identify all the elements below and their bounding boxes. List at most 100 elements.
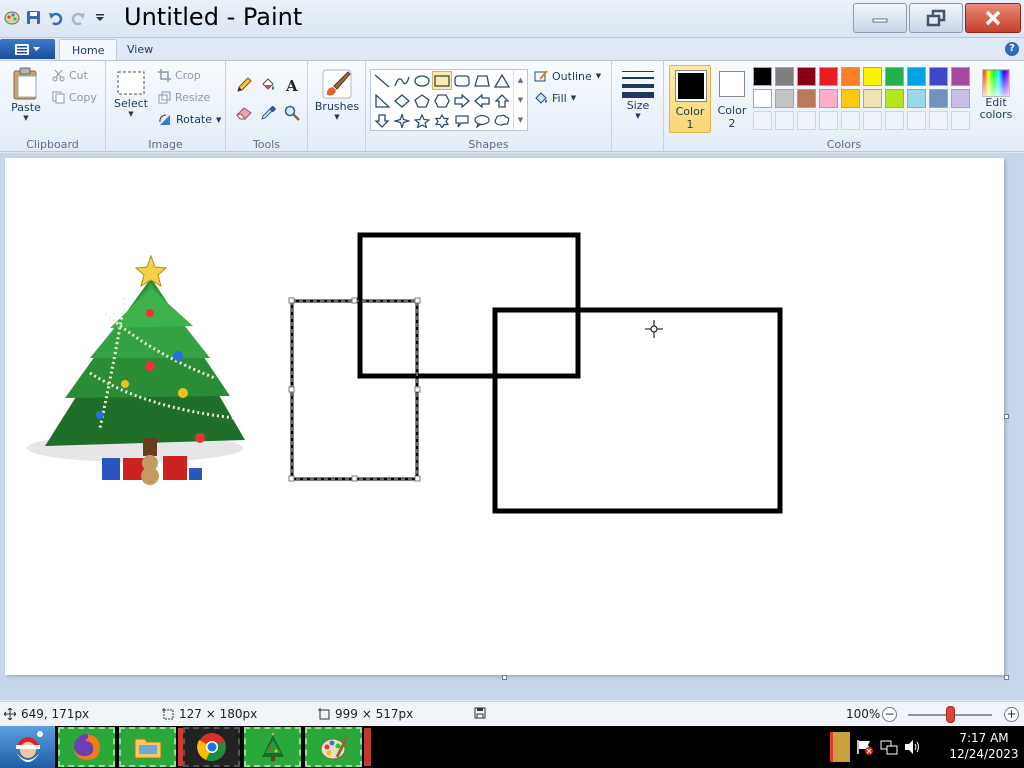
- palette-custom-slot[interactable]: [753, 111, 772, 130]
- right-arrow-shape[interactable]: [452, 91, 472, 110]
- rounded-callout-shape[interactable]: [452, 111, 472, 130]
- palette-color-swatch[interactable]: [863, 89, 882, 108]
- close-button[interactable]: [965, 3, 1021, 33]
- triangle-shape[interactable]: [492, 71, 512, 90]
- tab-home[interactable]: Home: [59, 39, 118, 61]
- canvas-resize-handle-right[interactable]: [1004, 414, 1009, 419]
- palette-color-swatch[interactable]: [929, 89, 948, 108]
- paint-menu-button[interactable]: [0, 39, 55, 59]
- palette-color-swatch[interactable]: [753, 89, 772, 108]
- taskbar-chrome[interactable]: [183, 727, 240, 767]
- customize-qat-dropdown-icon[interactable]: [90, 8, 109, 27]
- curve-shape[interactable]: [392, 71, 412, 90]
- taskbar-clock[interactable]: 7:17 AM 12/24/2023: [946, 730, 1022, 762]
- show-hidden-icons-icon[interactable]: [830, 732, 850, 762]
- selected-rectangle-shape[interactable]: [290, 299, 419, 481]
- volume-icon[interactable]: [904, 739, 922, 755]
- palette-color-swatch[interactable]: [775, 89, 794, 108]
- rounded-rectangle-shape[interactable]: [452, 71, 472, 90]
- six-point-star-shape[interactable]: [432, 111, 452, 130]
- palette-color-swatch[interactable]: [907, 67, 926, 86]
- cut-button[interactable]: Cut: [52, 69, 88, 82]
- palette-color-swatch[interactable]: [775, 67, 794, 86]
- up-arrow-shape[interactable]: [492, 91, 512, 110]
- network-icon[interactable]: [880, 739, 898, 755]
- fill-button[interactable]: Fill ▼: [534, 91, 576, 105]
- palette-color-swatch[interactable]: [929, 67, 948, 86]
- palette-custom-slot[interactable]: [929, 111, 948, 130]
- palette-custom-slot[interactable]: [841, 111, 860, 130]
- zoom-in-button[interactable]: +: [1004, 707, 1019, 722]
- five-point-star-shape[interactable]: [412, 111, 432, 130]
- right-triangle-shape[interactable]: [372, 91, 392, 110]
- paint-app-icon[interactable]: [2, 8, 21, 27]
- palette-color-swatch[interactable]: [885, 89, 904, 108]
- palette-color-swatch[interactable]: [797, 89, 816, 108]
- taskbar-christmas-tree-app[interactable]: [244, 727, 301, 767]
- pentagon-shape[interactable]: [412, 91, 432, 110]
- cloud-callout-shape[interactable]: [492, 111, 512, 130]
- color1-button[interactable]: Color 1: [669, 65, 711, 133]
- zoom-out-button[interactable]: −: [882, 707, 897, 722]
- redo-icon[interactable]: [68, 8, 87, 27]
- size-button[interactable]: Size ▼: [618, 69, 658, 120]
- outline-button[interactable]: Outline ▼: [534, 69, 601, 83]
- help-icon[interactable]: ?: [1005, 42, 1019, 56]
- palette-custom-slot[interactable]: [951, 111, 970, 130]
- palette-custom-slot[interactable]: [907, 111, 926, 130]
- selection-handles[interactable]: [288, 297, 421, 482]
- taskbar-firefox[interactable]: [58, 727, 115, 767]
- copy-button[interactable]: Copy: [52, 91, 97, 104]
- fill-tool[interactable]: [257, 74, 278, 95]
- tab-view[interactable]: View: [115, 39, 165, 61]
- palette-color-swatch[interactable]: [907, 89, 926, 108]
- restore-button[interactable]: [909, 3, 963, 33]
- drawing-canvas[interactable]: [5, 158, 1004, 675]
- palette-color-swatch[interactable]: [819, 67, 838, 86]
- palette-color-swatch[interactable]: [797, 67, 816, 86]
- color-picker-tool[interactable]: [257, 102, 278, 123]
- brushes-button[interactable]: Brushes ▼: [314, 68, 360, 121]
- polygon-shape[interactable]: [472, 71, 492, 90]
- text-tool[interactable]: A: [281, 74, 302, 95]
- pencil-tool[interactable]: [233, 74, 254, 95]
- four-point-star-shape[interactable]: [392, 111, 412, 130]
- paste-button[interactable]: Paste ▼: [6, 67, 46, 122]
- scroll-up-icon[interactable]: ▲: [518, 76, 523, 84]
- select-button[interactable]: Select ▼: [112, 69, 150, 118]
- eraser-tool[interactable]: [233, 102, 254, 123]
- crop-button[interactable]: Crop: [158, 69, 201, 82]
- line-shape[interactable]: [372, 71, 392, 90]
- palette-custom-slot[interactable]: [797, 111, 816, 130]
- oval-shape[interactable]: [412, 71, 432, 90]
- start-button[interactable]: [0, 726, 55, 768]
- oval-callout-shape[interactable]: [472, 111, 492, 130]
- palette-color-swatch[interactable]: [819, 89, 838, 108]
- save-icon[interactable]: [24, 8, 43, 27]
- diamond-shape[interactable]: [392, 91, 412, 110]
- color2-button[interactable]: Color 2: [714, 65, 750, 133]
- palette-color-swatch[interactable]: [841, 67, 860, 86]
- edit-colors-button[interactable]: Edit colors: [976, 69, 1016, 121]
- action-center-flag-icon[interactable]: [856, 739, 874, 755]
- palette-color-swatch[interactable]: [863, 67, 882, 86]
- resize-button[interactable]: Resize: [158, 91, 210, 104]
- palette-custom-slot[interactable]: [863, 111, 882, 130]
- canvas-resize-handle-corner[interactable]: [1004, 675, 1009, 680]
- hexagon-shape[interactable]: [432, 91, 452, 110]
- rectangle-shape[interactable]: [432, 71, 452, 90]
- palette-color-swatch[interactable]: [885, 67, 904, 86]
- palette-custom-slot[interactable]: [775, 111, 794, 130]
- taskbar-paint[interactable]: [305, 727, 362, 767]
- canvas-resize-handle-bottom[interactable]: [502, 675, 507, 680]
- undo-icon[interactable]: [46, 8, 65, 27]
- taskbar-file-explorer[interactable]: [119, 727, 176, 767]
- left-arrow-shape[interactable]: [472, 91, 492, 110]
- minimize-button[interactable]: [853, 3, 907, 33]
- down-arrow-shape[interactable]: [372, 111, 392, 130]
- palette-color-swatch[interactable]: [841, 89, 860, 108]
- scroll-down-icon[interactable]: ▼: [518, 96, 523, 104]
- palette-color-swatch[interactable]: [951, 89, 970, 108]
- zoom-slider-thumb[interactable]: [946, 706, 955, 723]
- palette-color-swatch[interactable]: [951, 67, 970, 86]
